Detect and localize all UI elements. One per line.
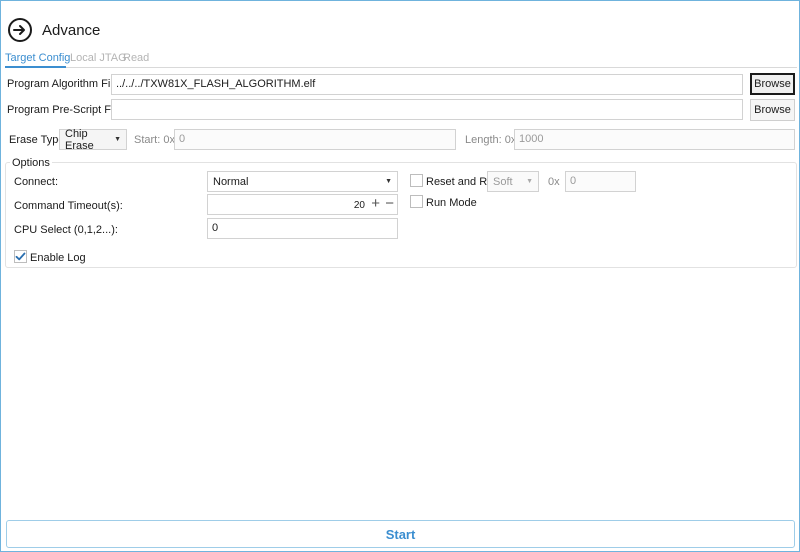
chevron-down-icon: ▼ [114,136,121,143]
program-algorithm-label: Program Algorithm File : [7,78,125,90]
arrow-right-circle-icon[interactable] [8,18,32,42]
reset-and-run-checkbox[interactable] [410,174,423,187]
reset-mode-select[interactable]: Soft ▼ [487,171,539,192]
enable-log-label: Enable Log [30,252,86,264]
check-icon [15,252,26,261]
options-group [5,162,797,268]
timeout-label: Command Timeout(s): [14,200,123,212]
program-algorithm-browse-button[interactable]: Browse [750,73,795,95]
tab-target-config[interactable]: Target Config [5,52,70,64]
cpu-select-label: CPU Select (0,1,2...): [14,224,118,236]
pre-script-browse-button[interactable]: Browse [750,99,795,121]
timeout-stepper[interactable]: 20 + − [207,194,398,215]
program-algorithm-input[interactable]: ../../../TXW81X_FLASH_ALGORITHM.elf [111,74,743,95]
reset-address-label: 0x [548,176,560,188]
options-group-title: Options [10,157,52,169]
pre-script-label: Program Pre-Script File : [7,104,129,116]
erase-type-select[interactable]: Chip Erase ▼ [59,127,127,152]
page-title: Advance [42,22,101,39]
cpu-select-input[interactable]: 0 [207,218,398,239]
connect-label: Connect: [14,176,59,188]
window-frame: Advance Target Config Local JTAG Read Pr… [0,0,800,552]
run-mode-label: Run Mode [426,197,477,209]
tab-local-jtag[interactable]: Local JTAG [70,52,127,64]
erase-length-label: Length: 0x [465,134,517,146]
reset-mode-value: Soft [493,175,513,188]
erase-start-input[interactable]: 0 [174,129,456,150]
erase-type-value: Chip Erase [65,127,94,152]
erase-type-label: Erase Type [9,134,65,146]
pre-script-input[interactable] [111,99,743,120]
run-mode-checkbox[interactable] [410,195,423,208]
reset-address-input[interactable]: 0 [565,171,636,192]
start-button[interactable]: Start [6,520,795,548]
tab-active-indicator [5,66,66,68]
timeout-value: 20 [353,200,365,211]
erase-length-input[interactable]: 1000 [514,129,795,150]
enable-log-checkbox[interactable] [14,250,27,263]
tab-divider [5,67,797,68]
minus-icon[interactable]: − [385,195,394,212]
plus-icon[interactable]: + [371,195,380,212]
chevron-down-icon: ▼ [526,178,533,185]
chevron-down-icon: ▼ [385,178,392,185]
erase-start-label: Start: 0x [134,134,175,146]
connect-select[interactable]: Normal ▼ [207,171,398,192]
tab-read[interactable]: Read [123,52,149,64]
connect-value: Normal [213,175,249,188]
